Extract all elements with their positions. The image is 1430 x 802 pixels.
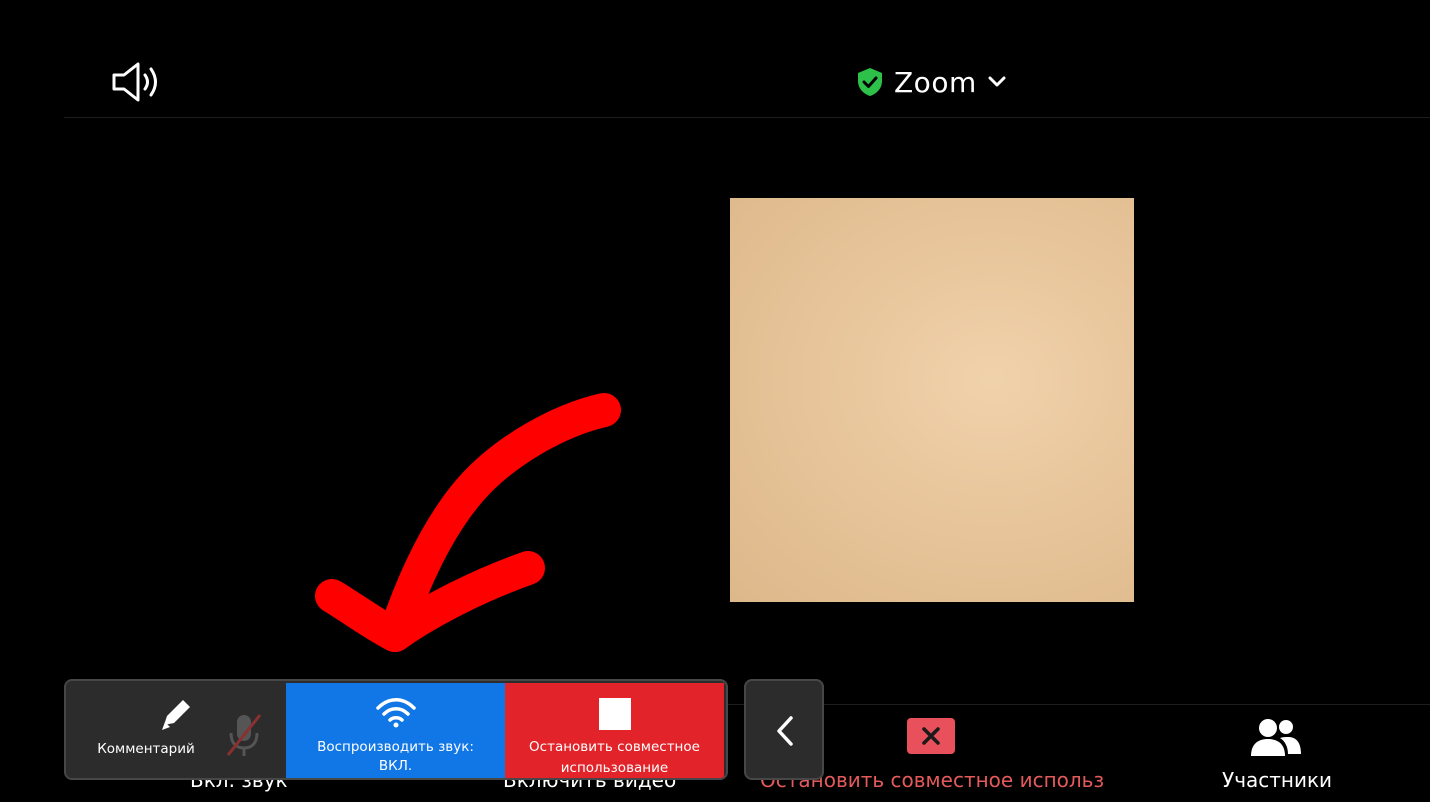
stop-sharing-label-line2: использование — [560, 760, 669, 776]
participants-button[interactable]: Участники — [1222, 768, 1332, 792]
chevron-left-icon — [777, 716, 793, 746]
shield-check-icon — [858, 68, 882, 96]
share-audio-button[interactable]: Воспроизводить звук: ВКЛ. — [286, 683, 505, 778]
stop-sharing-button[interactable]: Остановить совместное использование — [505, 683, 724, 778]
microphone-muted-icon — [226, 714, 262, 756]
shared-screen-preview — [730, 198, 1134, 602]
stop-square-icon — [598, 698, 631, 730]
stop-sharing-label-line1: Остановить совместное — [529, 739, 700, 755]
share-toolbar: Комментарий Воспроизводить звук: ВКЛ. Ос… — [64, 679, 728, 780]
stop-share-icon[interactable] — [907, 718, 955, 754]
chevron-down-icon — [988, 76, 1006, 87]
speaker-icon[interactable] — [110, 60, 162, 104]
wifi-audio-icon — [375, 698, 416, 728]
meeting-title[interactable]: Zoom — [856, 62, 1007, 102]
share-audio-label-line2: ВКЛ. — [378, 758, 413, 774]
share-audio-label-line1: Воспроизводить звук: — [317, 739, 474, 755]
app-title: Zoom — [894, 65, 977, 99]
participants-icon[interactable] — [1250, 718, 1302, 758]
pencil-icon — [162, 700, 190, 730]
collapse-toolbar-button[interactable] — [744, 679, 824, 780]
top-bar: Zoom — [64, 0, 1430, 118]
